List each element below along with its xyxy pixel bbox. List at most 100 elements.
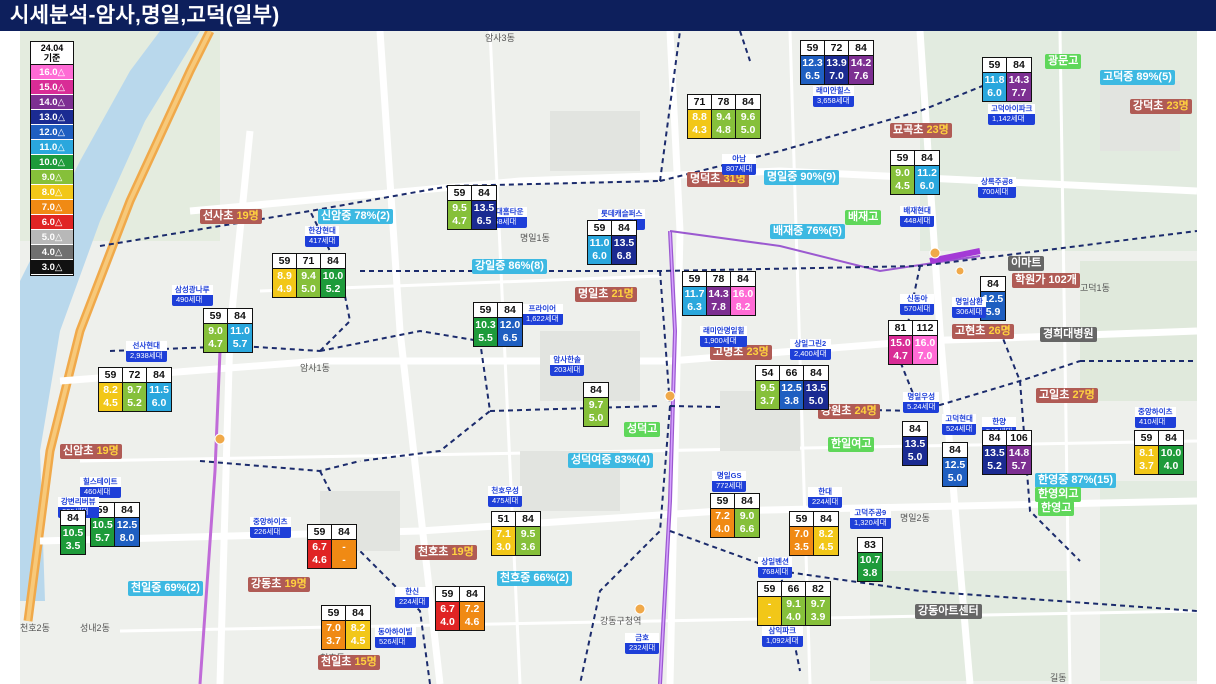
complex-tag[interactable]: 중앙하이츠 410세대 xyxy=(1135,407,1176,428)
complex-tag[interactable]: 상일벤션 768세대 xyxy=(758,557,793,578)
price-grid: 59 84 11.8 6.0 14.3 7.7 xyxy=(982,57,1032,102)
price-column: 7.2 4.6 xyxy=(460,602,484,630)
complex-households: 224세대 xyxy=(812,497,839,506)
complex-households: 524세대 xyxy=(946,424,973,433)
size-header: 84 xyxy=(618,222,630,234)
price-value: 9.7 xyxy=(810,598,826,610)
size-header: 84 xyxy=(338,526,350,538)
middle-school-label: 신암중 78%(2) xyxy=(318,209,393,224)
complex-name: 신동아 xyxy=(900,294,935,304)
price-value: 10.5 xyxy=(62,527,84,539)
size-header: 71 xyxy=(297,254,321,268)
price-value: 7.0 xyxy=(326,622,341,634)
map-label: 암사3동 xyxy=(485,33,515,43)
complex-households: 2,938세대 xyxy=(130,351,163,360)
size-header: 84 xyxy=(855,42,867,54)
price-column: 6.7 4.6 xyxy=(308,540,332,568)
price-value: 16.0 xyxy=(914,337,936,349)
price-value: 4.5 xyxy=(350,635,366,647)
price-grid: 81 112 15.0 4.7 16.0 7.0 xyxy=(888,320,938,365)
price-value: 3.7 xyxy=(1139,460,1154,472)
legend-row: 11.0△ xyxy=(31,140,73,155)
price-column: 14.3 7.8 xyxy=(707,287,731,315)
mart-label: 이마트 xyxy=(1008,256,1045,271)
price-value: 10.0 xyxy=(1160,447,1182,459)
middle-school-label: 강일중 86%(8) xyxy=(472,259,547,274)
middle-school-label: 고덕중 89%(5) xyxy=(1100,70,1175,85)
price-value: 6.8 xyxy=(616,250,632,262)
price-value: 15.0 xyxy=(890,337,911,349)
price-value: 10.5 xyxy=(92,519,113,531)
size-header: 59 xyxy=(436,587,460,601)
complex-name: 래미안힐스 xyxy=(813,86,854,96)
size-header: 84 xyxy=(741,495,753,507)
complex-name: 고덕아이파크 xyxy=(988,104,1036,114)
legend-row: 4.0△ xyxy=(31,245,73,260)
price-value: - xyxy=(767,611,772,623)
price-value: 14.3 xyxy=(1008,74,1030,86)
complex-tag[interactable]: 암사한솔 203세대 xyxy=(550,355,585,376)
complex-tag[interactable]: 신동아 570세대 xyxy=(900,294,935,315)
complex-tag[interactable]: 고덕주공9 1,320세대 xyxy=(850,508,891,529)
price-grid: 59 72 84 12.3 6.5 13.9 7.0 14.2 7.6 xyxy=(800,40,874,85)
complex-tag[interactable]: 명일우성 5.24세대 xyxy=(903,392,940,413)
complex-tag[interactable]: 금호 232세대 xyxy=(625,633,660,654)
size-header: 54 xyxy=(756,366,780,380)
complex-tag[interactable]: 선사현대 2,938세대 xyxy=(126,341,167,362)
map-canvas[interactable]: 암사3동 암사1동 명일1동 명일2동 고덕1동 천호2동 성내2동 천호동 강… xyxy=(20,31,1197,684)
complex-tag[interactable]: 한대 224세대 xyxy=(808,487,843,508)
size-header: 72 xyxy=(123,368,147,382)
price-column: 11.2 6.0 xyxy=(915,166,939,194)
complex-tag[interactable]: 래미안힐스 3,658세대 xyxy=(813,86,854,107)
complex-tag[interactable]: 삼성광나루 490세대 xyxy=(172,285,213,306)
price-column: 8.1 3.7 xyxy=(1135,446,1159,474)
price-column: 13.5 5.0 xyxy=(804,381,828,409)
price-value: 8.2 xyxy=(350,622,366,634)
complex-tag[interactable]: 상록주공8 700세대 xyxy=(978,177,1016,198)
complex-tag[interactable]: 래미안명일힐 1,900세대 xyxy=(700,326,748,347)
price-value: 5.7 xyxy=(95,532,110,544)
complex-tag[interactable]: 고덕현대 524세대 xyxy=(942,414,977,435)
size-header: 84 xyxy=(234,310,246,322)
size-header: 59 xyxy=(322,606,346,620)
complex-tag[interactable]: 한신 224세대 xyxy=(395,587,430,608)
complex-tag[interactable]: 프라이어 1,622세대 xyxy=(522,304,563,325)
complex-tag[interactable]: 동아하이빌 526세대 xyxy=(375,627,416,648)
size-header: 59 xyxy=(891,151,915,165)
price-value: 11.0 xyxy=(589,237,610,249)
size-header: 84 xyxy=(67,512,79,524)
complex-name: 중앙하이츠 xyxy=(250,517,291,527)
price-value: 9.1 xyxy=(786,598,801,610)
price-value: 12.5 xyxy=(944,459,966,471)
complex-name: 명일삼환 xyxy=(952,297,987,307)
price-value: 10.0 xyxy=(322,270,344,282)
complex-name: 상일그린2 xyxy=(790,339,831,349)
complex-tag[interactable]: 고덕아이파크 1,142세대 xyxy=(988,104,1036,125)
complex-tag[interactable]: 명일삼환 306세대 xyxy=(952,297,987,318)
complex-name: 배재현대 xyxy=(900,206,935,216)
price-value: 4.8 xyxy=(716,124,731,136)
price-value: 5.2 xyxy=(127,397,142,409)
complex-tag[interactable]: 삼익파크 1,092세대 xyxy=(762,626,803,647)
complex-tag[interactable]: 한강현대 417세대 xyxy=(305,226,340,247)
price-grid: 59 84 7.0 3.5 8.2 4.5 xyxy=(789,511,839,556)
size-header: 106 xyxy=(1010,432,1028,444)
complex-tag[interactable]: 배재현대 448세대 xyxy=(900,206,935,227)
size-header: 84 xyxy=(522,513,534,525)
complex-tag[interactable]: 천호우성 475세대 xyxy=(488,486,523,507)
price-column: 15.0 4.7 xyxy=(889,336,913,364)
middle-school-label: 배재중 76%(5) xyxy=(770,224,845,239)
middle-school-label: 한영중 87%(15) xyxy=(1035,473,1116,488)
price-value: 4.0 xyxy=(786,611,801,623)
map-label: 강동구청역 xyxy=(600,616,642,626)
complex-tag[interactable]: 아남 807세대 xyxy=(722,154,757,175)
complex-tag[interactable]: 상일그린2 2,400세대 xyxy=(790,339,831,360)
complex-tag[interactable]: 중앙하이츠 226세대 xyxy=(250,517,291,538)
price-value: 9.5 xyxy=(520,528,536,540)
price-grid: 59 72 84 8.2 4.5 9.7 5.2 11.5 6.0 xyxy=(98,367,172,412)
complex-tag[interactable]: 힐스테이트 460세대 xyxy=(80,477,121,498)
price-value: 6.0 xyxy=(919,180,935,192)
size-header: 66 xyxy=(782,582,806,596)
complex-name: 래미안명일힐 xyxy=(700,326,748,336)
complex-tag[interactable]: 명일GS 772세대 xyxy=(712,471,747,492)
